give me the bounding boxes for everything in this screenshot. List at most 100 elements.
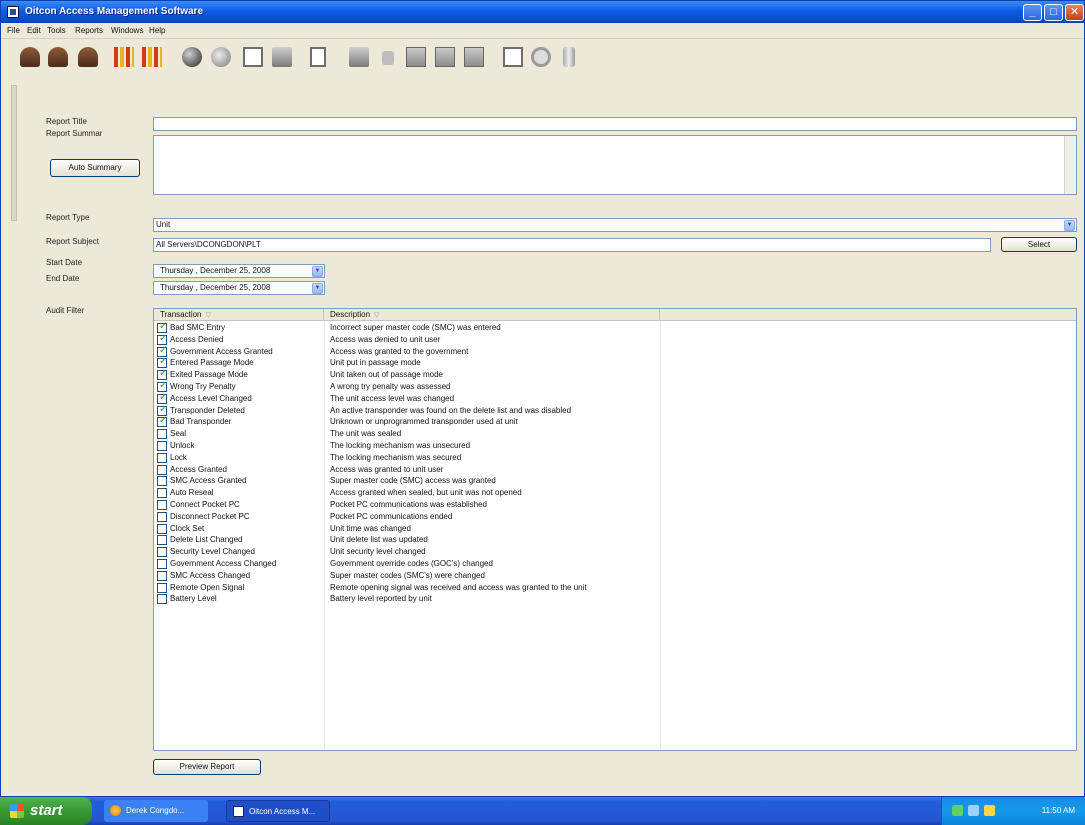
row-checkbox[interactable] xyxy=(157,476,167,487)
minimize-button[interactable]: _ xyxy=(1023,4,1042,21)
maximize-button[interactable]: □ xyxy=(1044,4,1063,21)
server-list-icon[interactable] xyxy=(464,47,484,67)
globe-icon[interactable] xyxy=(182,47,202,67)
table-row[interactable]: Seal The unit was sealed xyxy=(154,428,1076,440)
table-row[interactable]: Access Level Changed The unit access leve… xyxy=(154,392,1076,405)
chart-icon[interactable] xyxy=(114,47,134,67)
table-row[interactable]: Auto Reseal Access granted when sealed, b… xyxy=(154,487,1076,499)
summary-scrollbar[interactable] xyxy=(1064,136,1076,194)
settings-icon[interactable] xyxy=(531,47,551,67)
user-remove-icon[interactable] xyxy=(78,47,98,67)
table-row[interactable]: Unlock The locking mechanism was unsecure… xyxy=(154,440,1076,452)
chart-alt-icon[interactable] xyxy=(142,47,162,67)
start-date-picker[interactable]: Thursday , December 25, 2008 ▼ xyxy=(153,264,325,278)
table-row[interactable]: Connect Pocket PC Pocket PC communication… xyxy=(154,499,1076,511)
table-row[interactable]: Clock Set Unit time was changed xyxy=(154,523,1076,535)
menu-help[interactable]: Help xyxy=(149,26,165,35)
chevron-down-icon[interactable]: ▼ xyxy=(1064,220,1075,231)
menu-tools[interactable]: Tools xyxy=(47,26,66,35)
report-subject-input[interactable]: All Servers\DCONGDON\PLT xyxy=(153,238,991,252)
column-header-transaction[interactable]: Transaction ▽ xyxy=(154,309,324,321)
document-dark-icon[interactable] xyxy=(272,47,292,67)
row-checkbox[interactable] xyxy=(157,380,167,392)
server-add-icon[interactable] xyxy=(435,47,455,67)
row-checkbox[interactable] xyxy=(157,535,167,546)
row-checkbox[interactable] xyxy=(157,345,167,357)
row-checkbox[interactable] xyxy=(157,547,167,558)
server-icon[interactable] xyxy=(406,47,426,67)
row-checkbox[interactable] xyxy=(157,392,167,404)
row-checkbox[interactable] xyxy=(157,441,167,451)
security-icon[interactable] xyxy=(984,805,995,816)
row-checkbox[interactable] xyxy=(157,415,167,428)
select-button[interactable]: Select xyxy=(1001,237,1077,252)
row-checkbox[interactable] xyxy=(157,464,167,475)
table-row[interactable]: Security Level Changed Unit security leve… xyxy=(154,546,1076,558)
table-row[interactable]: Entered Passage Mode Unit put in passage … xyxy=(154,356,1076,369)
taskbar-item-browser[interactable]: Derek Congdo... xyxy=(104,800,208,822)
row-checkbox[interactable] xyxy=(157,404,167,416)
user-icon[interactable] xyxy=(48,47,68,67)
transaction-cell: SMC Access Changed xyxy=(170,570,251,580)
row-checkbox[interactable] xyxy=(157,582,167,593)
battery-icon[interactable] xyxy=(563,47,575,67)
menu-edit[interactable]: Edit xyxy=(27,26,41,35)
table-row[interactable]: Bad SMC Entry Incorrect super master code… xyxy=(154,321,1076,334)
table-row[interactable]: Remote Open Signal Remote opening signal … xyxy=(154,582,1076,594)
table-row[interactable]: SMC Access Changed Super master codes (SM… xyxy=(154,570,1076,582)
title-bar[interactable]: Oitcon Access Management Software _ □ ✕ xyxy=(1,1,1084,23)
table-row[interactable]: Wrong Try Penalty A wrong try penalty was… xyxy=(154,380,1076,393)
row-checkbox[interactable] xyxy=(157,452,167,463)
menu-reports[interactable]: Reports xyxy=(75,26,103,35)
disc-icon[interactable] xyxy=(211,47,231,67)
table-row[interactable]: Transponder Deleted An active transponder… xyxy=(154,404,1076,417)
transaction-cell: Battery Level xyxy=(170,594,217,604)
report-summary-input[interactable] xyxy=(153,135,1077,195)
transfer-icon[interactable] xyxy=(349,47,369,67)
row-checkbox[interactable] xyxy=(157,488,167,499)
table-row[interactable]: Access Granted Access was granted to unit… xyxy=(154,464,1076,476)
table-row[interactable]: Government Access Changed Government over… xyxy=(154,558,1076,570)
table-row[interactable]: SMC Access Granted Super master code (SMC… xyxy=(154,475,1076,487)
table-row[interactable]: Disconnect Pocket PC Pocket PC communicat… xyxy=(154,511,1076,523)
report-title-input[interactable] xyxy=(153,117,1077,131)
menu-file[interactable]: File xyxy=(7,26,20,35)
column-header-description[interactable]: Description ▽ xyxy=(324,309,660,321)
row-checkbox[interactable] xyxy=(157,500,167,510)
table-row[interactable]: Bad Transponder Unknown or unprogrammed t… xyxy=(154,415,1076,428)
close-button[interactable]: ✕ xyxy=(1065,4,1084,21)
side-panel-handle[interactable] xyxy=(11,85,17,221)
row-checkbox[interactable] xyxy=(157,368,167,381)
row-checkbox[interactable] xyxy=(157,511,167,522)
preview-report-button[interactable]: Preview Report xyxy=(153,759,261,775)
row-checkbox[interactable] xyxy=(157,570,167,581)
start-button[interactable]: start xyxy=(0,797,92,825)
volume-icon[interactable] xyxy=(968,805,979,816)
table-row[interactable]: Government Access Granted Access was gran… xyxy=(154,345,1076,358)
chevron-down-icon[interactable]: ▼ xyxy=(312,283,323,294)
row-checkbox[interactable] xyxy=(157,356,167,369)
report-type-select[interactable]: Unit ▼ xyxy=(153,218,1077,232)
document-icon[interactable] xyxy=(243,47,263,67)
users-icon[interactable] xyxy=(20,47,40,67)
row-checkbox[interactable] xyxy=(157,321,167,333)
end-date-picker[interactable]: Thursday , December 25, 2008 ▼ xyxy=(153,281,325,295)
row-checkbox[interactable] xyxy=(157,429,167,440)
table-row[interactable]: Access Denied Access was denied to unit u… xyxy=(154,333,1076,346)
menu-windows[interactable]: Windows xyxy=(111,26,143,35)
table-row[interactable]: Battery Level Battery level reported by u… xyxy=(154,593,1076,605)
table-row[interactable]: Delete List Changed Unit delete list was … xyxy=(154,534,1076,546)
taskbar-item-oitcon[interactable]: Oitcon Access M... xyxy=(226,800,330,822)
handheld-icon[interactable] xyxy=(310,47,326,67)
row-checkbox[interactable] xyxy=(157,523,167,534)
table-row[interactable]: Lock The locking mechanism was secured xyxy=(154,452,1076,464)
row-checkbox[interactable] xyxy=(157,594,167,605)
row-checkbox[interactable] xyxy=(157,333,167,345)
chevron-down-icon[interactable]: ▼ xyxy=(312,266,323,277)
table-row[interactable]: Exited Passage Mode Unit taken out of pas… xyxy=(154,368,1076,381)
network-icon[interactable] xyxy=(952,805,963,816)
auto-summary-button[interactable]: Auto Summary xyxy=(50,159,140,177)
lock-icon[interactable] xyxy=(382,51,394,65)
window-icon[interactable] xyxy=(503,47,523,67)
row-checkbox[interactable] xyxy=(157,559,167,569)
